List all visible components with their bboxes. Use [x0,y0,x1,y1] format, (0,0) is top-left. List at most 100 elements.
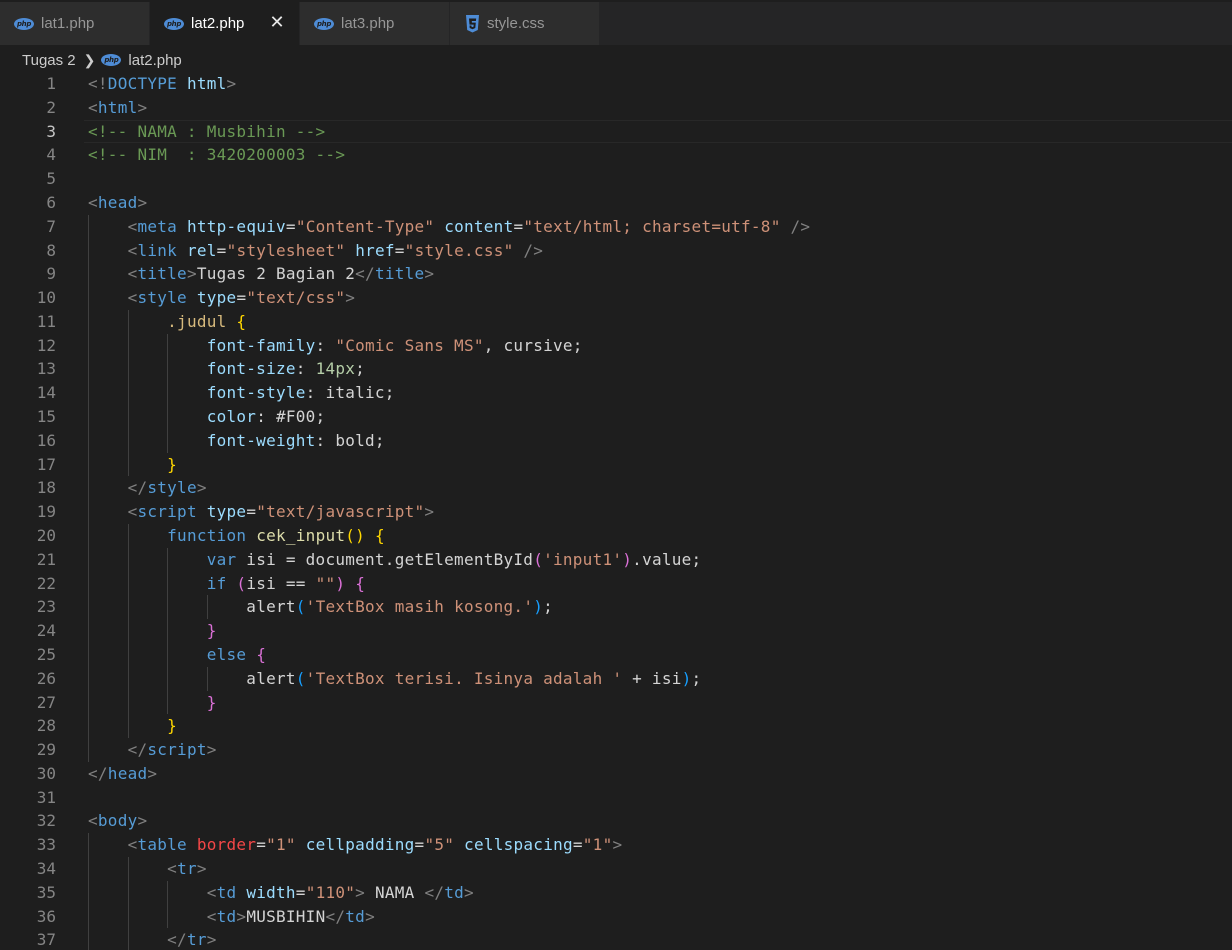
code-token: isi = document.getElementById [236,549,534,569]
code-line[interactable]: 23 alert('TextBox masih kosong.'); [0,595,1232,619]
code-token: > [612,835,623,855]
code-line[interactable]: 16 font-weight: bold; [0,429,1232,453]
tab-lat3-php[interactable]: php lat3.php [300,2,450,45]
indent-guide [167,333,169,453]
code-text: <head> [88,191,147,215]
code-line[interactable]: 27 } [0,691,1232,715]
code-text: var isi = document.getElementById('input… [88,548,701,572]
line-number: 3 [46,121,56,141]
code-token: link [137,240,178,260]
line-number: 24 [36,621,56,641]
code-line[interactable]: 12 font-family: "Comic Sans MS", cursive… [0,334,1232,358]
code-line[interactable]: 15 color: #F00; [0,405,1232,429]
tab-label: lat2.php [191,15,245,32]
code-line[interactable]: 34 <tr> [0,857,1232,881]
code-token: > [424,264,435,284]
code-token: < [127,216,138,236]
code-token: var [206,549,237,569]
code-token: > [196,478,207,498]
code-token: cellspacing [464,835,573,855]
code-line[interactable]: 35 <td width="110"> NAMA </td> [0,881,1232,905]
code-token: < [127,835,138,855]
code-line[interactable]: 32 <body> [0,809,1232,833]
line-number: 14 [36,383,56,403]
indent-guide [127,309,129,477]
code-line[interactable]: 28 } [0,714,1232,738]
code-line[interactable]: 14 font-style: italic; [0,381,1232,405]
line-number: 30 [36,763,56,783]
code-text: font-style: italic; [88,381,395,405]
code-line[interactable]: 30 </head> [0,762,1232,786]
code-line[interactable]: 13 font-size: 14px; [0,357,1232,381]
code-line[interactable]: 22 if (isi == "") { [0,572,1232,596]
code-token: DOCTYPE [107,74,178,93]
code-text: </tr> [88,928,217,950]
editor-window: php lat1.php php lat2.php ✕ php lat3.php… [0,0,1232,950]
line-number: 13 [36,359,56,379]
css-file-icon [466,14,479,32]
code-line[interactable]: 8 <link rel="stylesheet" href="style.css… [0,239,1232,263]
code-line[interactable]: 26 alert('TextBox terisi. Isinya adalah … [0,667,1232,691]
code-line[interactable]: 37 </tr> [0,928,1232,950]
code-token: <!-- NAMA : Musbihin --> [88,121,326,141]
code-token: "style.css" [404,240,514,260]
tab-label: lat1.php [41,15,95,32]
code-line[interactable]: 20 function cek_input() { [0,524,1232,548]
code-text: font-size: 14px; [88,357,365,381]
code-editor[interactable]: 1 <!DOCTYPE html> 2 <html> 3 <!-- NAMA : Musb… [0,72,1232,950]
code-line[interactable]: 6 <head> [0,191,1232,215]
code-token: = [394,240,405,260]
code-token: > [186,264,197,284]
code-line[interactable]: 29 </script> [0,738,1232,762]
tab-lat2-php[interactable]: php lat2.php ✕ [150,2,300,45]
line-number: 6 [46,192,56,212]
code-line[interactable]: 36 <td>MUSBIHIN</td> [0,905,1232,929]
code-text: if (isi == "") { [88,572,365,596]
code-line[interactable]: 1 <!DOCTYPE html> [0,72,1232,96]
code-line[interactable]: 17 } [0,453,1232,477]
code-line[interactable]: 18 </style> [0,476,1232,500]
code-token: </ [355,264,375,284]
code-text: } [88,714,177,738]
close-icon[interactable]: ✕ [267,13,287,33]
code-token: { [256,644,267,664]
code-line[interactable]: 2 <html> [0,96,1232,120]
code-line[interactable]: 9 <title>Tugas 2 Bagian 2</title> [0,262,1232,286]
code-line[interactable]: 24 } [0,619,1232,643]
code-text: <style type="text/css"> [88,286,355,310]
code-line[interactable]: 33 <table border="1" cellpadding="5" cel… [0,833,1232,857]
code-token: "" [315,573,336,593]
php-file-icon: php [314,17,334,30]
line-number: 8 [46,240,56,260]
code-token: > [365,906,375,926]
code-line[interactable]: 3 <!-- NAMA : Musbihin --> [0,119,1232,144]
code-text: alert('TextBox masih kosong.'); [88,595,553,619]
code-text: } [88,453,177,477]
code-line[interactable]: 31 [0,786,1232,810]
code-line[interactable]: 7 <meta http-equiv="Content-Type" conten… [0,215,1232,239]
code-line[interactable]: 11 .judul { [0,310,1232,334]
code-line[interactable]: 10 <style type="text/css"> [0,286,1232,310]
code-token: ) [622,549,633,569]
breadcrumb-file[interactable]: lat2.php [128,52,181,69]
code-line[interactable]: 21 var isi = document.getElementById('in… [0,548,1232,572]
code-token: "110" [305,882,356,902]
breadcrumb-folder[interactable]: Tugas 2 [22,52,76,69]
line-number: 29 [36,740,56,760]
tab-style-css[interactable]: style.css [450,2,600,45]
code-line[interactable]: 25 else { [0,643,1232,667]
code-token: .value; [632,549,702,569]
tab-lat1-php[interactable]: php lat1.php [0,2,150,45]
code-line[interactable]: 5 [0,167,1232,191]
code-line[interactable]: 4 <!-- NIM : 3420200003 --> [0,143,1232,167]
code-token: "1" [582,835,613,855]
code-token: alert [246,597,296,617]
code-text: } [88,691,217,715]
code-text: <html> [88,96,147,120]
code-line[interactable]: 19 <script type="text/javascript"> [0,500,1232,524]
